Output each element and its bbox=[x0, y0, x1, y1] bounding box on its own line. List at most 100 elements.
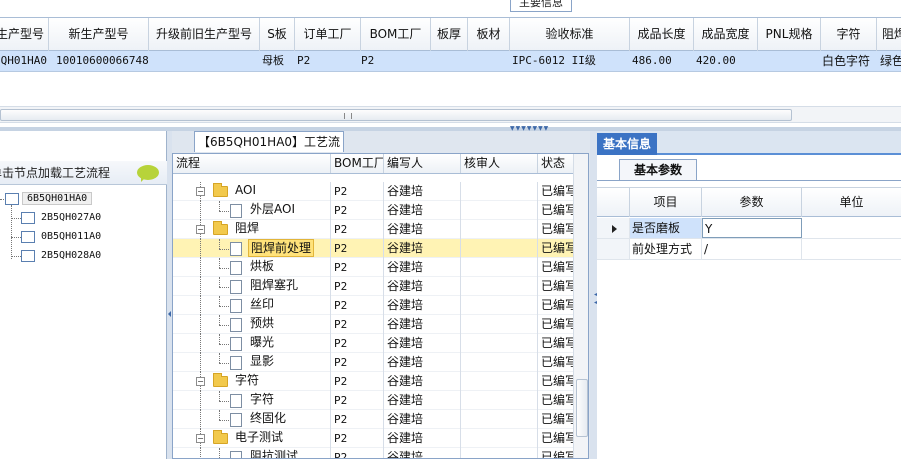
table-row[interactable]: − 电子测试 P2 谷建培 已编写 bbox=[173, 429, 578, 448]
tree-connector bbox=[200, 448, 201, 458]
col-header-model[interactable]: 生产型号 bbox=[0, 18, 49, 51]
vertical-scrollbar[interactable] bbox=[573, 154, 588, 458]
table-row[interactable]: 显影 P2 谷建培 已编写 bbox=[173, 353, 578, 372]
tab-basic-info[interactable]: 基本信息 bbox=[597, 133, 658, 155]
cell-model: 5QH01HA0 bbox=[0, 54, 47, 67]
table-row[interactable]: 阻焊前处理 P2 谷建培 已编写 bbox=[173, 239, 578, 258]
collapse-toggle-icon[interactable]: − bbox=[196, 377, 205, 386]
cell-new-model: 10010600066748 bbox=[56, 54, 149, 67]
tree-connector bbox=[219, 334, 220, 344]
cell-writer: 谷建培 bbox=[387, 201, 461, 220]
cell-unit[interactable] bbox=[802, 218, 901, 238]
col-header-order-factory[interactable]: 订单工厂 bbox=[295, 18, 361, 51]
table-row[interactable]: 烘板 P2 谷建培 已编写 bbox=[173, 258, 578, 277]
col-header-item[interactable]: 项目 bbox=[630, 188, 702, 217]
col-header-new-model[interactable]: 新生产型号 bbox=[49, 18, 149, 51]
horizontal-scrollbar[interactable] bbox=[0, 106, 901, 123]
table-row[interactable]: 外层AOI P2 谷建培 已编写 bbox=[173, 201, 578, 220]
cell-flow: 阻焊塞孔 bbox=[173, 277, 331, 296]
vertical-splitter-right[interactable]: ◂◂ bbox=[590, 131, 599, 459]
tree-connector bbox=[200, 353, 201, 372]
table-row[interactable]: 是否磨板 Y bbox=[597, 218, 901, 239]
cell-flow: 丝印 bbox=[173, 296, 331, 315]
col-header-bom-factory[interactable]: BOM工厂 bbox=[331, 154, 384, 173]
document-icon bbox=[230, 337, 242, 351]
col-header-flow[interactable]: 流程 bbox=[173, 154, 331, 173]
col-header-width[interactable]: 成品宽度 bbox=[694, 18, 758, 51]
cell-old-model bbox=[152, 51, 258, 71]
col-header-bom-factory[interactable]: BOM工厂 bbox=[361, 18, 431, 51]
tab-basic-params[interactable]: 基本参数 bbox=[619, 159, 697, 181]
tree-node-child[interactable]: 0B5QH011A0 bbox=[41, 231, 101, 242]
table-row[interactable]: 字符 P2 谷建培 已编写 bbox=[173, 391, 578, 410]
flow-step-label: 终固化 bbox=[250, 411, 287, 425]
col-header-unit[interactable]: 单位 bbox=[802, 188, 901, 217]
bom-tree-title: 单击节点加载工艺流程 bbox=[0, 161, 167, 185]
tab-process-flow[interactable]: 【6B5QH01HA0】工艺流程 bbox=[194, 131, 344, 169]
col-header-char[interactable]: 字符 bbox=[821, 18, 877, 51]
cell-flow: 阻抗测试 bbox=[173, 448, 331, 458]
col-header-old-model[interactable]: 升级前旧生产型号 bbox=[149, 18, 260, 51]
cell-unit[interactable] bbox=[802, 239, 901, 259]
process-flow-panel: 【6B5QH01HA0】工艺流程 流程 BOM工厂 编写人 核审人 状态 − AO… bbox=[172, 131, 595, 459]
tree-connector bbox=[200, 296, 201, 315]
col-header-reviewer[interactable]: 核审人 bbox=[461, 154, 538, 173]
flow-step-label: 字符 bbox=[250, 392, 275, 406]
cell-reviewer bbox=[464, 277, 538, 296]
cell-flow: 字符 bbox=[173, 391, 331, 410]
col-header-solder[interactable]: 阻焊 bbox=[877, 18, 901, 51]
tree-connector bbox=[219, 344, 229, 345]
document-icon bbox=[230, 413, 242, 427]
cell-flow: − 阻焊 bbox=[173, 220, 331, 239]
cell-bom-factory: P2 bbox=[334, 353, 384, 372]
table-row[interactable]: 曝光 P2 谷建培 已编写 bbox=[173, 334, 578, 353]
col-header-writer[interactable]: 编写人 bbox=[384, 154, 461, 173]
table-row[interactable]: 阻抗测试 P2 谷建培 已编写 bbox=[173, 448, 578, 458]
collapse-toggle-icon[interactable]: − bbox=[196, 225, 205, 234]
cell-bom-factory: P2 bbox=[334, 258, 384, 277]
scrollbar-thumb[interactable] bbox=[576, 379, 588, 437]
table-row[interactable]: 丝印 P2 谷建培 已编写 bbox=[173, 296, 578, 315]
table-row[interactable]: − 阻焊 P2 谷建培 已编写 bbox=[173, 220, 578, 239]
cell-writer: 谷建培 bbox=[387, 220, 461, 239]
col-header-pnl[interactable]: PNL规格 bbox=[758, 18, 821, 51]
flow-step-label: 阻焊塞孔 bbox=[250, 278, 299, 292]
cell-width: 420.00 bbox=[696, 54, 736, 67]
col-header-status[interactable]: 状态 bbox=[538, 154, 578, 173]
main-info-row[interactable]: 5QH01HA0 10010600066748 母板 P2 P2 IPC-601… bbox=[0, 51, 901, 72]
col-header-standard[interactable]: 验收标准 bbox=[510, 18, 630, 51]
cell-reviewer bbox=[464, 391, 538, 410]
collapse-arrow-icon bbox=[168, 311, 171, 317]
tree-node-child[interactable]: 2B5QH027A0 bbox=[41, 212, 101, 223]
row-indicator bbox=[597, 218, 630, 238]
cell-param-input[interactable]: Y bbox=[702, 218, 802, 238]
table-row[interactable]: 前处理方式 / bbox=[597, 239, 901, 260]
col-header-s-board[interactable]: S板 bbox=[260, 18, 295, 51]
table-row[interactable]: − AOI P2 谷建培 已编写 bbox=[173, 182, 578, 201]
cell-reviewer bbox=[464, 239, 538, 258]
cell-bom-factory: P2 bbox=[334, 448, 384, 458]
table-row[interactable]: 阻焊塞孔 P2 谷建培 已编写 bbox=[173, 277, 578, 296]
collapse-toggle-icon[interactable]: − bbox=[196, 187, 205, 196]
table-row[interactable]: − 字符 P2 谷建培 已编写 bbox=[173, 372, 578, 391]
scrollbar-thumb[interactable] bbox=[0, 109, 792, 121]
flow-step-label: 预烘 bbox=[250, 316, 275, 330]
node-icon bbox=[21, 250, 35, 262]
basic-params-grid: 项目 参数 单位 是否磨板 Y 前处理方式 / bbox=[597, 187, 901, 459]
col-header-thickness[interactable]: 板厚 bbox=[431, 18, 468, 51]
tree-node-root[interactable]: 6B5QH01HA0 bbox=[22, 192, 93, 205]
col-header-length[interactable]: 成品长度 bbox=[630, 18, 694, 51]
cell-item: 前处理方式 bbox=[630, 239, 702, 259]
table-row[interactable]: 预烘 P2 谷建培 已编写 bbox=[173, 315, 578, 334]
cell-reviewer bbox=[464, 182, 538, 201]
col-header-param[interactable]: 参数 bbox=[702, 188, 802, 217]
basic-info-titlebar: 基本信息 bbox=[597, 131, 901, 155]
col-header-material[interactable]: 板材 bbox=[468, 18, 510, 51]
row-indicator bbox=[597, 239, 630, 259]
cell-param[interactable]: / bbox=[702, 239, 802, 259]
cell-flow: − 字符 bbox=[173, 372, 331, 391]
tree-node-child[interactable]: 2B5QH028A0 bbox=[41, 250, 101, 261]
tree-connector bbox=[11, 256, 21, 257]
table-row[interactable]: 终固化 P2 谷建培 已编写 bbox=[173, 410, 578, 429]
collapse-toggle-icon[interactable]: − bbox=[196, 434, 205, 443]
